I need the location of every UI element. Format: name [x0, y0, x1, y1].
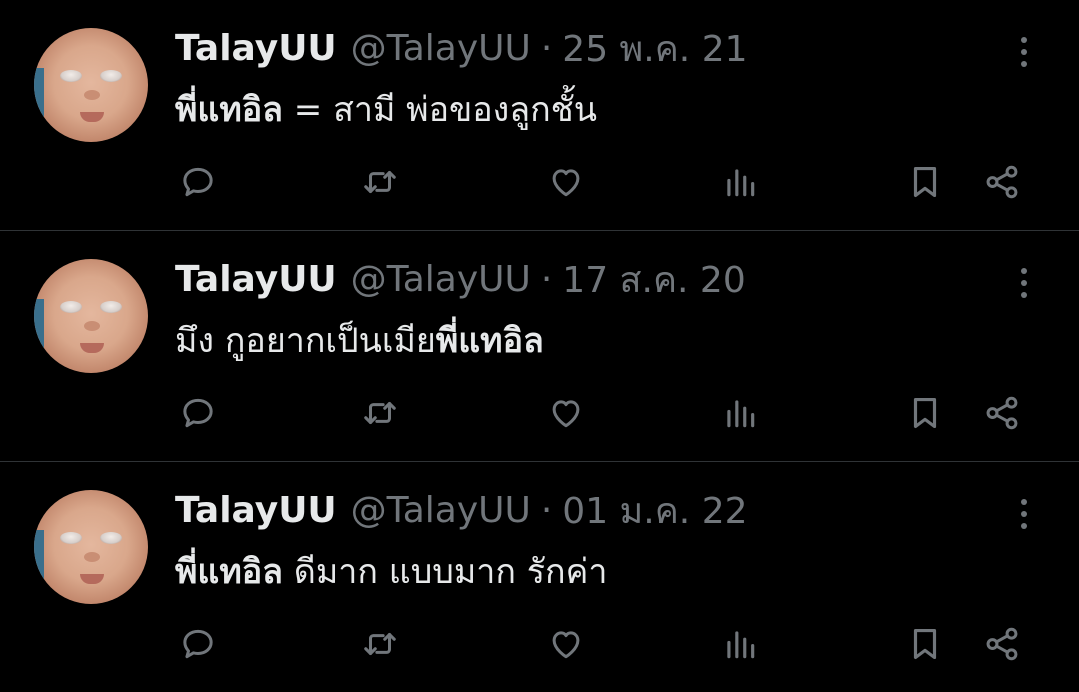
like-icon — [552, 400, 580, 428]
tweet-feed: TalayUU @TalayUU · 25 พ.ค. 21 พี่แทอิล =… — [0, 0, 1079, 687]
bookmark-button[interactable] — [903, 622, 947, 666]
separator-dot: · — [540, 27, 553, 69]
bookmark-button[interactable] — [903, 391, 947, 435]
more-icon[interactable] — [1012, 496, 1036, 532]
tweet-header: TalayUU @TalayUU · 01 ม.ค. 22 — [175, 486, 748, 534]
more-icon[interactable] — [1012, 265, 1036, 301]
views-icon — [727, 169, 755, 197]
retweet-icon — [364, 170, 396, 194]
like-button[interactable] — [544, 622, 588, 666]
views-icon — [727, 631, 755, 659]
retweet-icon — [364, 632, 396, 656]
reply-button[interactable] — [176, 160, 220, 204]
tweet[interactable]: TalayUU @TalayUU · 17 ส.ค. 20 มึง กูอยาก… — [0, 231, 1079, 461]
views-button[interactable] — [718, 160, 762, 204]
author-handle[interactable]: @TalayUU — [351, 490, 531, 531]
bookmark-button[interactable] — [903, 160, 947, 204]
tweet-text-rest: = สามี พ่อของลูกชั้น — [283, 90, 598, 130]
share-icon — [986, 396, 1018, 430]
tweet-date[interactable]: 25 พ.ค. 21 — [562, 20, 747, 77]
share-icon — [986, 627, 1018, 661]
like-icon — [552, 631, 580, 659]
tweet-text-rest: ดีมาก แบบมาก รักค่า — [283, 552, 608, 592]
share-button[interactable] — [980, 160, 1024, 204]
like-icon — [552, 169, 580, 197]
share-icon — [986, 165, 1018, 199]
bookmark-icon — [913, 166, 937, 198]
tweet-date[interactable]: 17 ส.ค. 20 — [562, 251, 745, 308]
author-name[interactable]: TalayUU — [175, 490, 337, 531]
tweet-text: พี่แทอิล ดีมาก แบบมาก รักค่า — [175, 544, 607, 598]
tweet[interactable]: TalayUU @TalayUU · 25 พ.ค. 21 พี่แทอิล =… — [0, 0, 1079, 230]
reply-icon — [183, 398, 213, 428]
tweet-text-bold: พี่แทอิล — [175, 552, 283, 592]
bookmark-icon — [913, 397, 937, 429]
retweet-button[interactable] — [358, 391, 402, 435]
share-button[interactable] — [980, 622, 1024, 666]
tweet-text-bold: พี่แทอิล — [175, 90, 283, 130]
like-button[interactable] — [544, 391, 588, 435]
tweet-text: มึง กูอยากเป็นเมียพี่แทอิล — [175, 313, 544, 367]
share-button[interactable] — [980, 391, 1024, 435]
retweet-button[interactable] — [358, 160, 402, 204]
more-icon[interactable] — [1012, 34, 1036, 70]
tweet[interactable]: TalayUU @TalayUU · 01 ม.ค. 22 พี่แทอิล ด… — [0, 462, 1079, 692]
tweet-text: พี่แทอิล = สามี พ่อของลูกชั้น — [175, 82, 597, 136]
tweet-header: TalayUU @TalayUU · 17 ส.ค. 20 — [175, 255, 746, 303]
bookmark-icon — [913, 628, 937, 660]
tweet-date[interactable]: 01 ม.ค. 22 — [562, 482, 747, 539]
author-handle[interactable]: @TalayUU — [351, 259, 531, 300]
reply-icon — [183, 629, 213, 659]
avatar[interactable] — [34, 259, 148, 373]
avatar[interactable] — [34, 28, 148, 142]
views-button[interactable] — [718, 391, 762, 435]
separator-dot: · — [540, 489, 553, 531]
views-icon — [727, 400, 755, 428]
author-name[interactable]: TalayUU — [175, 259, 337, 300]
tweet-header: TalayUU @TalayUU · 25 พ.ค. 21 — [175, 24, 748, 72]
tweet-text-rest: มึง กูอยากเป็นเมีย — [175, 321, 436, 361]
reply-icon — [183, 167, 213, 197]
reply-button[interactable] — [176, 622, 220, 666]
reply-button[interactable] — [176, 391, 220, 435]
tweet-text-bold: พี่แทอิล — [435, 321, 544, 361]
retweet-icon — [364, 401, 396, 425]
avatar[interactable] — [34, 490, 148, 604]
author-handle[interactable]: @TalayUU — [351, 28, 531, 69]
author-name[interactable]: TalayUU — [175, 28, 337, 69]
retweet-button[interactable] — [358, 622, 402, 666]
like-button[interactable] — [544, 160, 588, 204]
views-button[interactable] — [718, 622, 762, 666]
separator-dot: · — [540, 258, 553, 300]
